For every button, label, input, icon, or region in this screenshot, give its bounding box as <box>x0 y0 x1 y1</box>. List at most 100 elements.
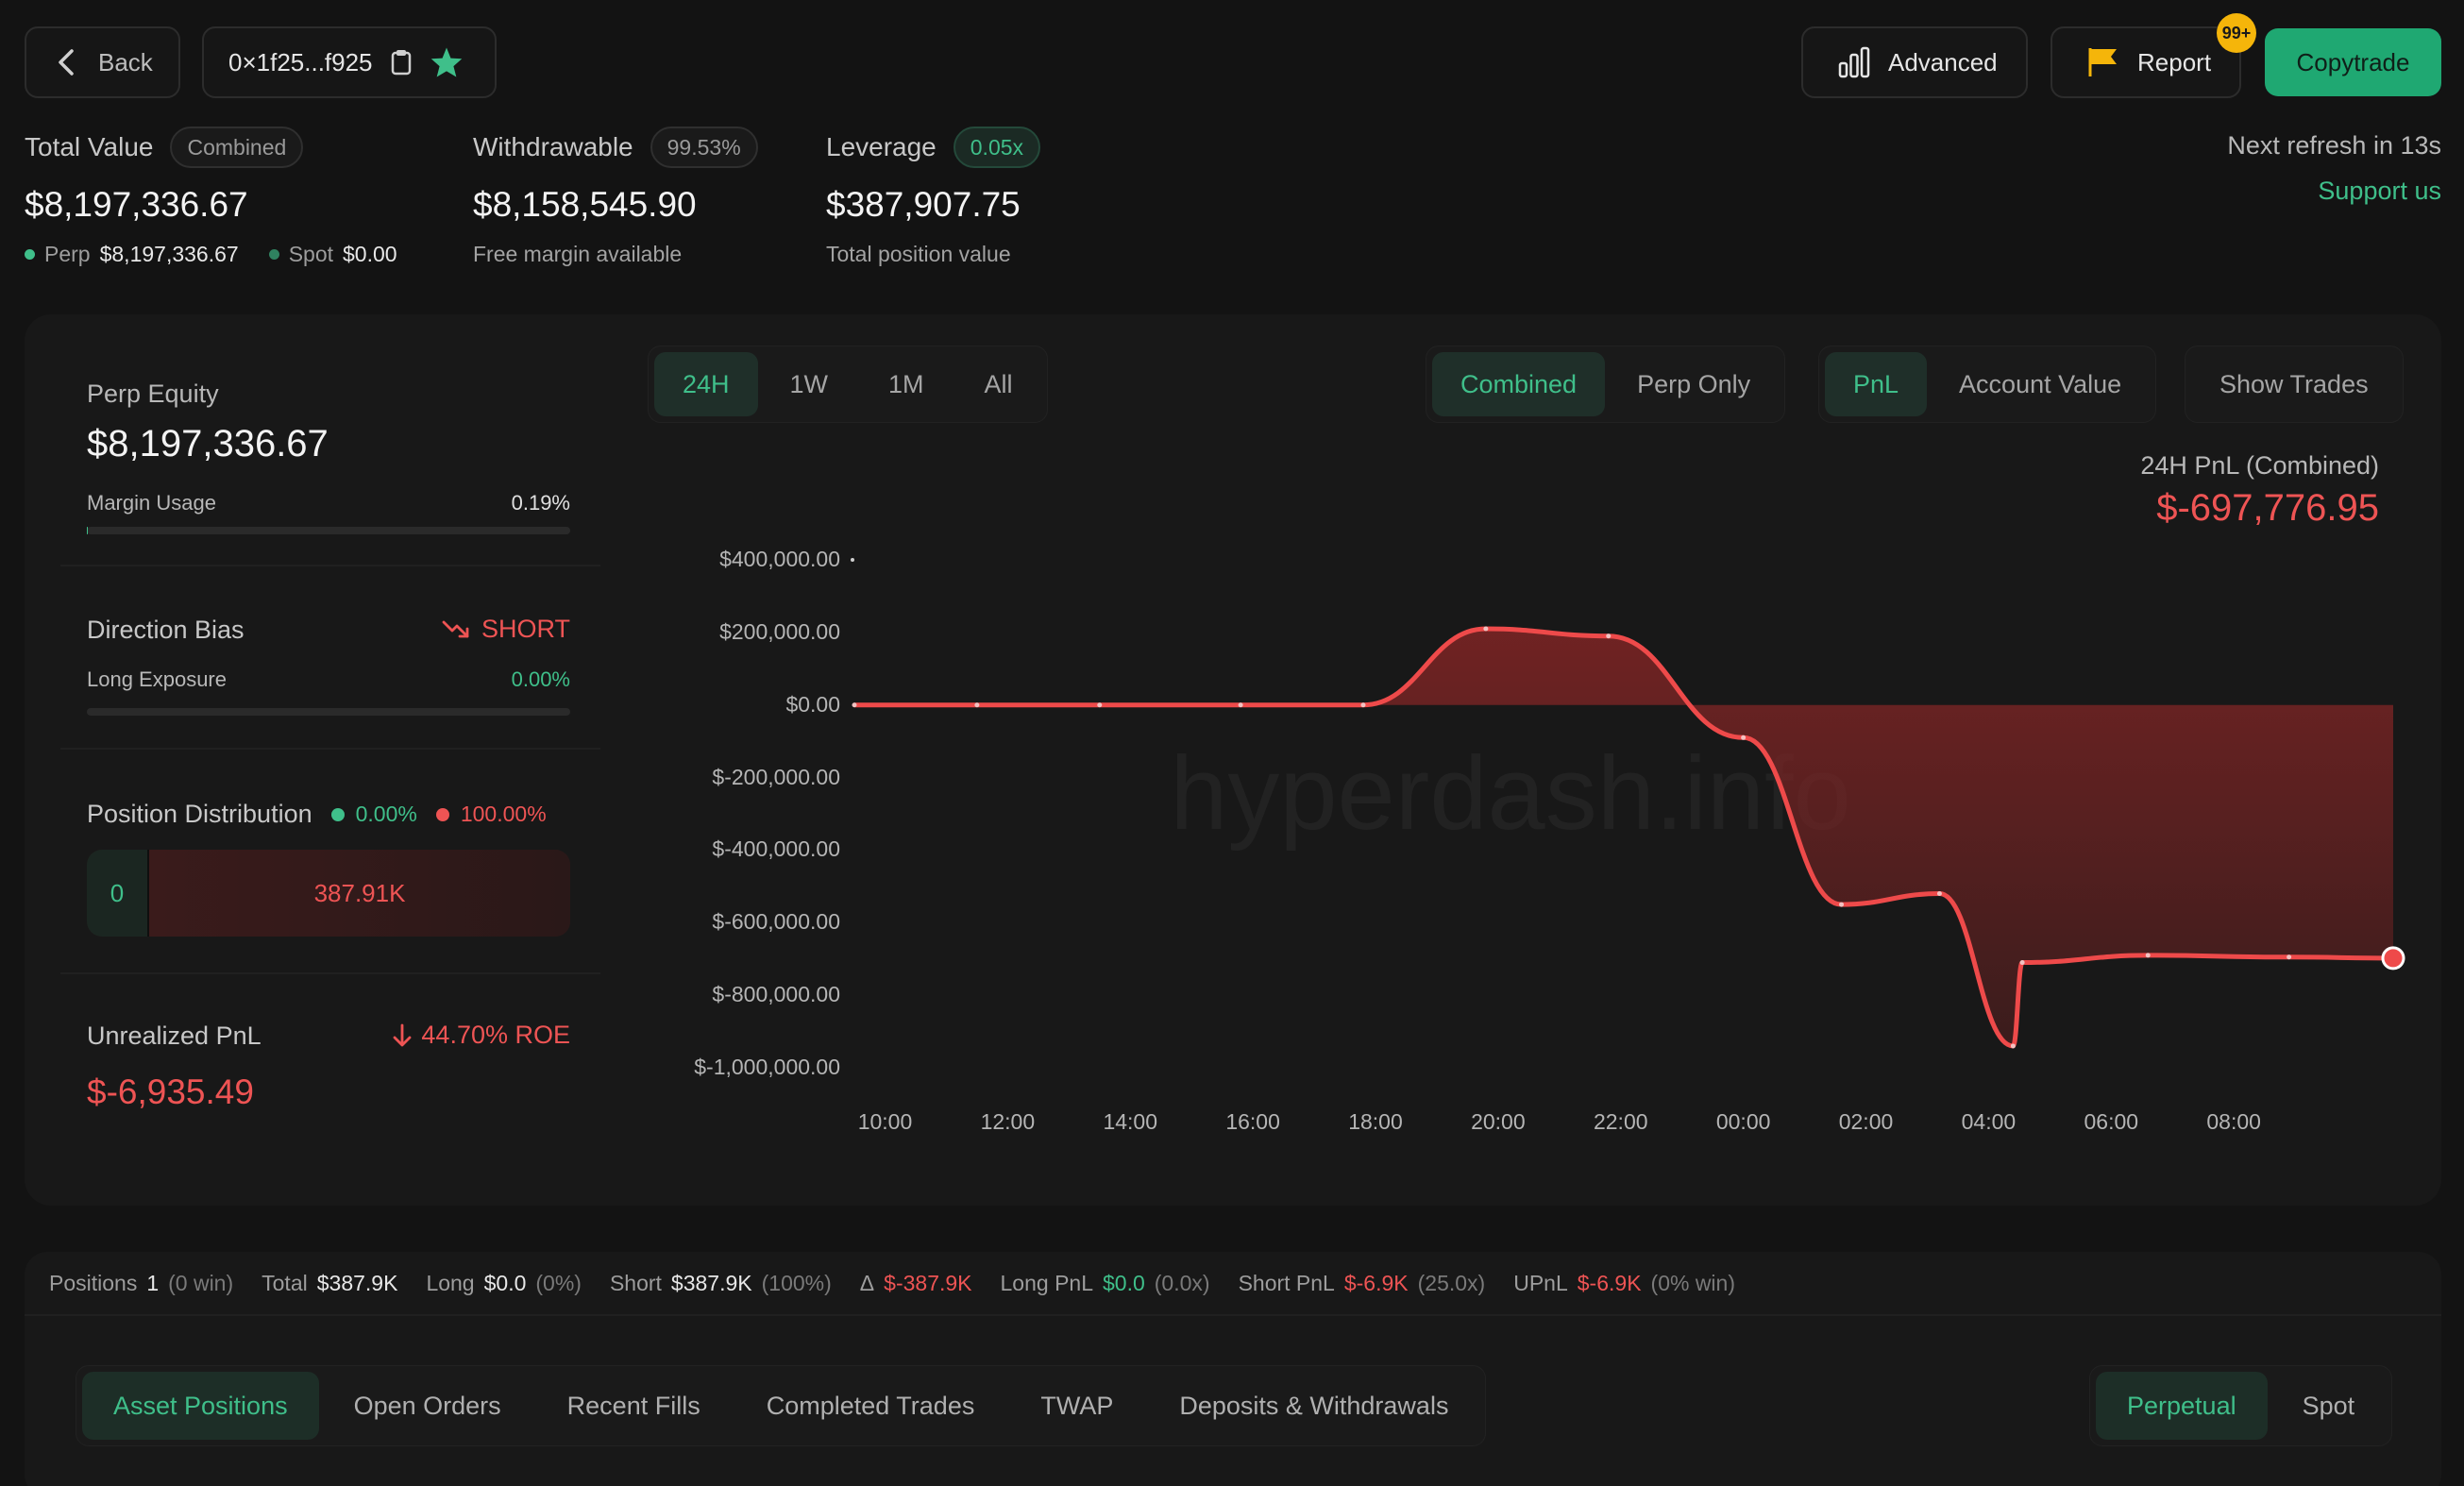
stats-bar: Positions 1 (0 win) Total $387.9K Long $0.0 (… <box>49 1271 1764 1296</box>
pnl-data-point <box>1606 633 1612 639</box>
copytrade-button[interactable]: Copytrade <box>2265 28 2441 96</box>
roe-value: 44.70% ROE <box>421 1021 570 1049</box>
long-pnl-stat-note: (0.0x) <box>1154 1271 1210 1295</box>
margin-usage-value: 0.19% <box>511 491 570 515</box>
pnl-value: $-697,776.95 <box>2156 487 2379 529</box>
divider <box>60 748 600 750</box>
leverage-label: Leverage <box>826 132 937 161</box>
wallet-address: 0×1f25...f925 <box>228 47 373 76</box>
withdrawable-block: Withdrawable 99.53% $8,158,545.90 Free m… <box>473 127 758 267</box>
clipboard-icon[interactable] <box>390 48 413 76</box>
long-dot-icon <box>330 807 345 821</box>
range-1m[interactable]: 1M <box>860 352 953 416</box>
mode-perp-only[interactable]: Perp Only <box>1609 352 1779 416</box>
pnl-data-point <box>1483 626 1489 632</box>
pnl-title: 24H PnL (Combined) <box>2140 451 2379 480</box>
unrealized-pnl-label: Unrealized PnL <box>87 1022 262 1050</box>
distribution-bar: 0 387.91K <box>87 850 570 937</box>
copytrade-label: Copytrade <box>2296 47 2410 76</box>
margin-usage-fill <box>87 527 88 534</box>
dist-long-value: 0 <box>110 878 125 907</box>
mode-combined[interactable]: Combined <box>1432 352 1606 416</box>
tab-recent-fills[interactable]: Recent Fills <box>536 1372 732 1440</box>
dist-long-pct: 0.00% <box>355 802 417 826</box>
chart-watermark: hyperdash.info <box>1170 735 1851 852</box>
tab-asset-positions[interactable]: Asset Positions <box>82 1372 319 1440</box>
metric-pnl[interactable]: PnL <box>1825 352 1928 416</box>
short-dot-icon <box>435 807 449 821</box>
total-stat-value: $387.9K <box>316 1271 398 1295</box>
back-button[interactable]: Back <box>25 26 180 98</box>
range-1w[interactable]: 1W <box>762 352 857 416</box>
perp-equity-value: $8,197,336.67 <box>87 423 329 464</box>
position-distribution-label: Position Distribution <box>87 800 312 828</box>
refresh-status: Next refresh in 13s <box>2227 131 2441 160</box>
tab-open-orders[interactable]: Open Orders <box>323 1372 532 1440</box>
pnl-data-point <box>1238 702 1243 708</box>
withdrawable-label: Withdrawable <box>473 132 633 161</box>
margin-usage-label: Margin Usage <box>87 491 216 515</box>
tab-perpetual[interactable]: Perpetual <box>2096 1372 2268 1440</box>
withdrawable-amount: $8,158,545.90 <box>473 185 697 224</box>
pnl-data-point <box>852 702 857 708</box>
report-label: Report <box>2137 47 2212 76</box>
leverage-badge: 0.05x <box>953 127 1041 168</box>
tab-deposits-withdrawals[interactable]: Deposits & Withdrawals <box>1148 1372 1479 1440</box>
range-24h[interactable]: 24H <box>654 352 758 416</box>
flag-icon <box>2088 48 2117 76</box>
perp-value: $8,197,336.67 <box>99 242 239 266</box>
total-value-label: Total Value <box>25 132 154 161</box>
tab-completed-trades[interactable]: Completed Trades <box>735 1372 1006 1440</box>
direction-bias-label: Direction Bias <box>87 616 245 644</box>
divider <box>25 1314 2441 1316</box>
withdrawable-badge: 99.53% <box>650 127 758 168</box>
pnl-current-point[interactable] <box>2381 946 2405 971</box>
long-exposure-bar <box>87 708 570 716</box>
pnl-data-point <box>1936 891 1942 897</box>
spot-label: Spot <box>288 242 334 266</box>
show-trades-button[interactable]: Show Trades <box>2191 352 2397 416</box>
pnl-data-point <box>2019 960 2025 966</box>
combined-badge: Combined <box>170 127 304 168</box>
position-distribution-header: Position Distribution 0.00% 100.00% <box>87 800 547 829</box>
dist-short-value: 387.91K <box>313 878 406 907</box>
star-icon[interactable] <box>430 46 464 78</box>
range-all[interactable]: All <box>956 352 1041 416</box>
short-stat-label: Short <box>609 1271 662 1295</box>
long-pnl-stat-label: Long PnL <box>1000 1271 1093 1295</box>
pnl-data-point <box>1360 702 1366 708</box>
support-link[interactable]: Support us <box>2318 177 2441 206</box>
metric-selector: PnL Account Value <box>1818 346 2157 423</box>
delta-stat-value: $-387.9K <box>884 1271 972 1295</box>
pnl-chart: $400,000.00 $200,000.00 $0.00 $-200,000.00 $… <box>623 529 2417 1152</box>
divider <box>60 565 600 566</box>
distribution-short-segment: 387.91K <box>149 850 570 937</box>
long-pnl-stat-value: $0.0 <box>1103 1271 1145 1295</box>
perp-equity-label: Perp Equity <box>87 380 219 408</box>
unrealized-pnl-value: $-6,935.49 <box>87 1072 254 1111</box>
show-trades-toggle: Show Trades <box>2185 346 2404 423</box>
market-type-tabs: Perpetual Spot <box>2089 1365 2393 1446</box>
direction-bias-value: SHORT <box>481 615 570 643</box>
distribution-long-segment: 0 <box>87 850 149 937</box>
tab-twap[interactable]: TWAP <box>1009 1372 1144 1440</box>
short-stat-note: (100%) <box>761 1271 832 1295</box>
pnl-data-point <box>2287 954 2292 960</box>
pnl-data-point <box>974 702 980 708</box>
positions-stat-value: 1 <box>146 1271 160 1295</box>
total-value-amount: $8,197,336.67 <box>25 185 248 224</box>
pnl-data-point <box>2145 953 2151 958</box>
spot-dot-icon <box>268 249 279 260</box>
leverage-amount: $387,907.75 <box>826 185 1021 224</box>
mode-selector: Combined Perp Only <box>1426 346 1786 423</box>
short-pnl-stat-label: Short PnL <box>1238 1271 1335 1295</box>
chart-plot: hyperdash.info <box>851 558 2405 1049</box>
address-chip[interactable]: 0×1f25...f925 <box>202 26 497 98</box>
tab-spot[interactable]: Spot <box>2271 1372 2387 1440</box>
positions-stat-note: (0 win) <box>168 1271 234 1295</box>
direction-bias-indicator: SHORT <box>442 615 570 644</box>
metric-account-value[interactable]: Account Value <box>1931 352 2150 416</box>
advanced-button[interactable]: Advanced <box>1801 26 2028 98</box>
report-button[interactable]: Report <box>2051 26 2241 98</box>
back-label: Back <box>98 47 153 76</box>
